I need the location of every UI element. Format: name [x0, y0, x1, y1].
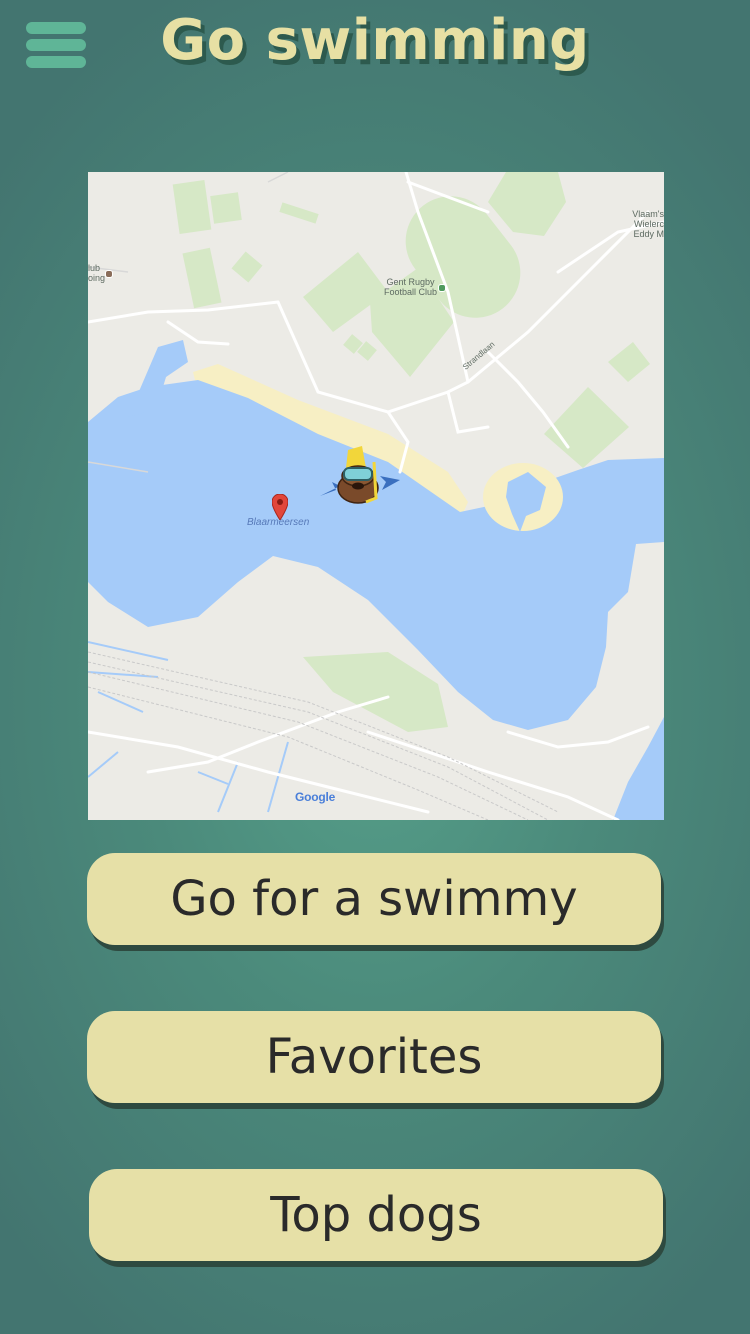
google-attribution-text: Google	[295, 790, 336, 804]
page-title: Go swimming	[160, 8, 590, 73]
poi-marker-icon	[438, 284, 446, 292]
poi-marker-icon	[105, 270, 113, 278]
app-header: Go swimming	[0, 0, 750, 100]
top-dogs-button[interactable]: Top dogs	[89, 1169, 663, 1261]
map-attribution: Google	[295, 790, 335, 804]
map-label-line: oing	[88, 272, 106, 283]
map-label-wielercentrum: Vlaam's Wielerc Eddy M	[600, 209, 664, 240]
map-label-left-poi: lub oing	[88, 263, 106, 284]
snorkel-dog-emoji-icon	[320, 446, 400, 504]
map-label-line: lub	[88, 263, 101, 273]
map-label-rugby-club: Gent Rugby Football Club	[384, 277, 438, 298]
map-view[interactable]: lub oing Gent Rugby Football Club Vlaam'…	[88, 172, 664, 820]
map-label-line: Eddy M	[633, 228, 664, 239]
map-label-line: Vlaam's Wielerc	[632, 209, 664, 229]
map-label-place: Blaarmeersen	[247, 517, 310, 528]
go-swimming-button[interactable]: Go for a swimmy	[87, 853, 661, 945]
map-label-line: Football Club	[384, 286, 438, 297]
map-label-line: Gent Rugby	[386, 277, 435, 287]
favorites-button[interactable]: Favorites	[87, 1011, 661, 1103]
